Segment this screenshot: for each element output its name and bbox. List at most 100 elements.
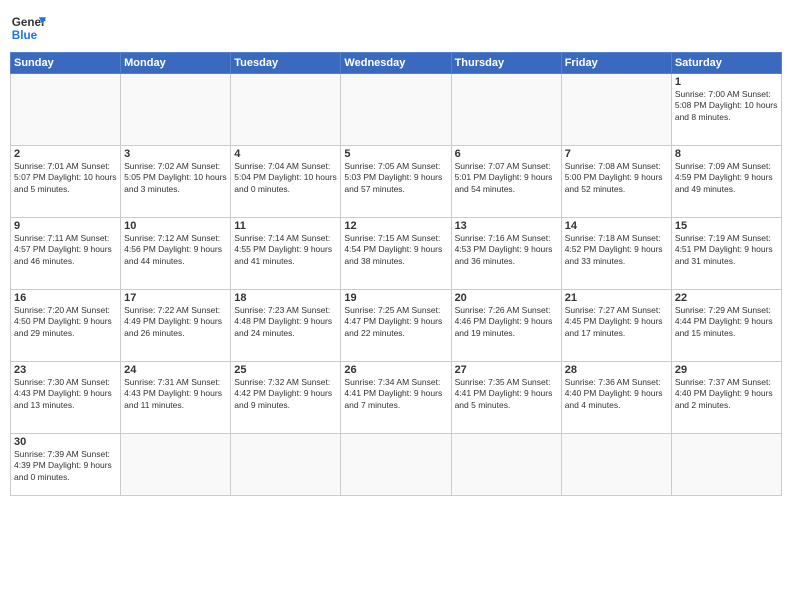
day-info: Sunrise: 7:16 AM Sunset: 4:53 PM Dayligh… (455, 233, 558, 267)
day-number: 18 (234, 292, 337, 304)
day-number: 15 (675, 220, 778, 232)
calendar-cell: 26Sunrise: 7:34 AM Sunset: 4:41 PM Dayli… (341, 362, 451, 434)
day-info: Sunrise: 7:08 AM Sunset: 5:00 PM Dayligh… (565, 161, 668, 195)
day-info: Sunrise: 7:39 AM Sunset: 4:39 PM Dayligh… (14, 449, 117, 483)
col-header-tuesday: Tuesday (231, 53, 341, 74)
day-number: 22 (675, 292, 778, 304)
day-info: Sunrise: 7:20 AM Sunset: 4:50 PM Dayligh… (14, 305, 117, 339)
calendar-cell: 23Sunrise: 7:30 AM Sunset: 4:43 PM Dayli… (11, 362, 121, 434)
day-info: Sunrise: 7:34 AM Sunset: 4:41 PM Dayligh… (344, 377, 447, 411)
week-row-2: 2Sunrise: 7:01 AM Sunset: 5:07 PM Daylig… (11, 146, 782, 218)
calendar-cell: 29Sunrise: 7:37 AM Sunset: 4:40 PM Dayli… (671, 362, 781, 434)
calendar-cell: 19Sunrise: 7:25 AM Sunset: 4:47 PM Dayli… (341, 290, 451, 362)
day-number: 4 (234, 148, 337, 160)
day-info: Sunrise: 7:05 AM Sunset: 5:03 PM Dayligh… (344, 161, 447, 195)
calendar-header-row: SundayMondayTuesdayWednesdayThursdayFrid… (11, 53, 782, 74)
calendar-cell (451, 434, 561, 496)
calendar-table: SundayMondayTuesdayWednesdayThursdayFrid… (10, 52, 782, 496)
calendar-cell: 18Sunrise: 7:23 AM Sunset: 4:48 PM Dayli… (231, 290, 341, 362)
calendar-cell (341, 434, 451, 496)
col-header-wednesday: Wednesday (341, 53, 451, 74)
day-number: 8 (675, 148, 778, 160)
calendar-cell (11, 74, 121, 146)
day-number: 6 (455, 148, 558, 160)
day-info: Sunrise: 7:25 AM Sunset: 4:47 PM Dayligh… (344, 305, 447, 339)
logo-icon: General Blue (10, 10, 46, 46)
calendar-cell: 16Sunrise: 7:20 AM Sunset: 4:50 PM Dayli… (11, 290, 121, 362)
day-info: Sunrise: 7:04 AM Sunset: 5:04 PM Dayligh… (234, 161, 337, 195)
calendar-cell: 22Sunrise: 7:29 AM Sunset: 4:44 PM Dayli… (671, 290, 781, 362)
calendar-cell: 5Sunrise: 7:05 AM Sunset: 5:03 PM Daylig… (341, 146, 451, 218)
day-number: 13 (455, 220, 558, 232)
calendar-cell: 14Sunrise: 7:18 AM Sunset: 4:52 PM Dayli… (561, 218, 671, 290)
day-info: Sunrise: 7:09 AM Sunset: 4:59 PM Dayligh… (675, 161, 778, 195)
calendar-cell (121, 74, 231, 146)
day-number: 20 (455, 292, 558, 304)
day-info: Sunrise: 7:30 AM Sunset: 4:43 PM Dayligh… (14, 377, 117, 411)
col-header-sunday: Sunday (11, 53, 121, 74)
calendar-cell: 13Sunrise: 7:16 AM Sunset: 4:53 PM Dayli… (451, 218, 561, 290)
day-info: Sunrise: 7:19 AM Sunset: 4:51 PM Dayligh… (675, 233, 778, 267)
day-info: Sunrise: 7:00 AM Sunset: 5:08 PM Dayligh… (675, 89, 778, 123)
day-number: 3 (124, 148, 227, 160)
calendar-cell: 24Sunrise: 7:31 AM Sunset: 4:43 PM Dayli… (121, 362, 231, 434)
calendar-cell: 4Sunrise: 7:04 AM Sunset: 5:04 PM Daylig… (231, 146, 341, 218)
day-info: Sunrise: 7:29 AM Sunset: 4:44 PM Dayligh… (675, 305, 778, 339)
day-info: Sunrise: 7:14 AM Sunset: 4:55 PM Dayligh… (234, 233, 337, 267)
day-info: Sunrise: 7:26 AM Sunset: 4:46 PM Dayligh… (455, 305, 558, 339)
day-info: Sunrise: 7:36 AM Sunset: 4:40 PM Dayligh… (565, 377, 668, 411)
calendar-cell: 20Sunrise: 7:26 AM Sunset: 4:46 PM Dayli… (451, 290, 561, 362)
day-number: 10 (124, 220, 227, 232)
week-row-1: 1Sunrise: 7:00 AM Sunset: 5:08 PM Daylig… (11, 74, 782, 146)
day-number: 1 (675, 76, 778, 88)
col-header-friday: Friday (561, 53, 671, 74)
svg-text:Blue: Blue (12, 29, 38, 42)
day-info: Sunrise: 7:02 AM Sunset: 5:05 PM Dayligh… (124, 161, 227, 195)
day-number: 29 (675, 364, 778, 376)
calendar-cell: 11Sunrise: 7:14 AM Sunset: 4:55 PM Dayli… (231, 218, 341, 290)
calendar-cell: 12Sunrise: 7:15 AM Sunset: 4:54 PM Dayli… (341, 218, 451, 290)
day-number: 27 (455, 364, 558, 376)
calendar-cell: 17Sunrise: 7:22 AM Sunset: 4:49 PM Dayli… (121, 290, 231, 362)
day-info: Sunrise: 7:35 AM Sunset: 4:41 PM Dayligh… (455, 377, 558, 411)
day-number: 12 (344, 220, 447, 232)
day-info: Sunrise: 7:32 AM Sunset: 4:42 PM Dayligh… (234, 377, 337, 411)
calendar-cell (231, 74, 341, 146)
day-number: 2 (14, 148, 117, 160)
col-header-thursday: Thursday (451, 53, 561, 74)
col-header-monday: Monday (121, 53, 231, 74)
day-number: 16 (14, 292, 117, 304)
day-info: Sunrise: 7:27 AM Sunset: 4:45 PM Dayligh… (565, 305, 668, 339)
calendar-cell: 28Sunrise: 7:36 AM Sunset: 4:40 PM Dayli… (561, 362, 671, 434)
calendar-cell: 2Sunrise: 7:01 AM Sunset: 5:07 PM Daylig… (11, 146, 121, 218)
week-row-4: 16Sunrise: 7:20 AM Sunset: 4:50 PM Dayli… (11, 290, 782, 362)
day-info: Sunrise: 7:07 AM Sunset: 5:01 PM Dayligh… (455, 161, 558, 195)
day-number: 21 (565, 292, 668, 304)
day-number: 25 (234, 364, 337, 376)
day-info: Sunrise: 7:37 AM Sunset: 4:40 PM Dayligh… (675, 377, 778, 411)
week-row-3: 9Sunrise: 7:11 AM Sunset: 4:57 PM Daylig… (11, 218, 782, 290)
calendar-cell: 27Sunrise: 7:35 AM Sunset: 4:41 PM Dayli… (451, 362, 561, 434)
week-row-5: 23Sunrise: 7:30 AM Sunset: 4:43 PM Dayli… (11, 362, 782, 434)
calendar-cell (341, 74, 451, 146)
day-number: 28 (565, 364, 668, 376)
calendar-cell: 10Sunrise: 7:12 AM Sunset: 4:56 PM Dayli… (121, 218, 231, 290)
day-number: 26 (344, 364, 447, 376)
day-number: 17 (124, 292, 227, 304)
day-info: Sunrise: 7:18 AM Sunset: 4:52 PM Dayligh… (565, 233, 668, 267)
day-info: Sunrise: 7:12 AM Sunset: 4:56 PM Dayligh… (124, 233, 227, 267)
calendar-cell (561, 74, 671, 146)
calendar-cell: 7Sunrise: 7:08 AM Sunset: 5:00 PM Daylig… (561, 146, 671, 218)
calendar-cell (451, 74, 561, 146)
day-number: 7 (565, 148, 668, 160)
day-number: 23 (14, 364, 117, 376)
day-number: 11 (234, 220, 337, 232)
header: General Blue (10, 10, 782, 46)
calendar-cell: 9Sunrise: 7:11 AM Sunset: 4:57 PM Daylig… (11, 218, 121, 290)
page: General Blue SundayMondayTuesdayWednesda… (0, 0, 792, 612)
calendar-cell: 25Sunrise: 7:32 AM Sunset: 4:42 PM Dayli… (231, 362, 341, 434)
calendar-cell: 30Sunrise: 7:39 AM Sunset: 4:39 PM Dayli… (11, 434, 121, 496)
calendar-cell (561, 434, 671, 496)
day-info: Sunrise: 7:31 AM Sunset: 4:43 PM Dayligh… (124, 377, 227, 411)
calendar-cell (121, 434, 231, 496)
